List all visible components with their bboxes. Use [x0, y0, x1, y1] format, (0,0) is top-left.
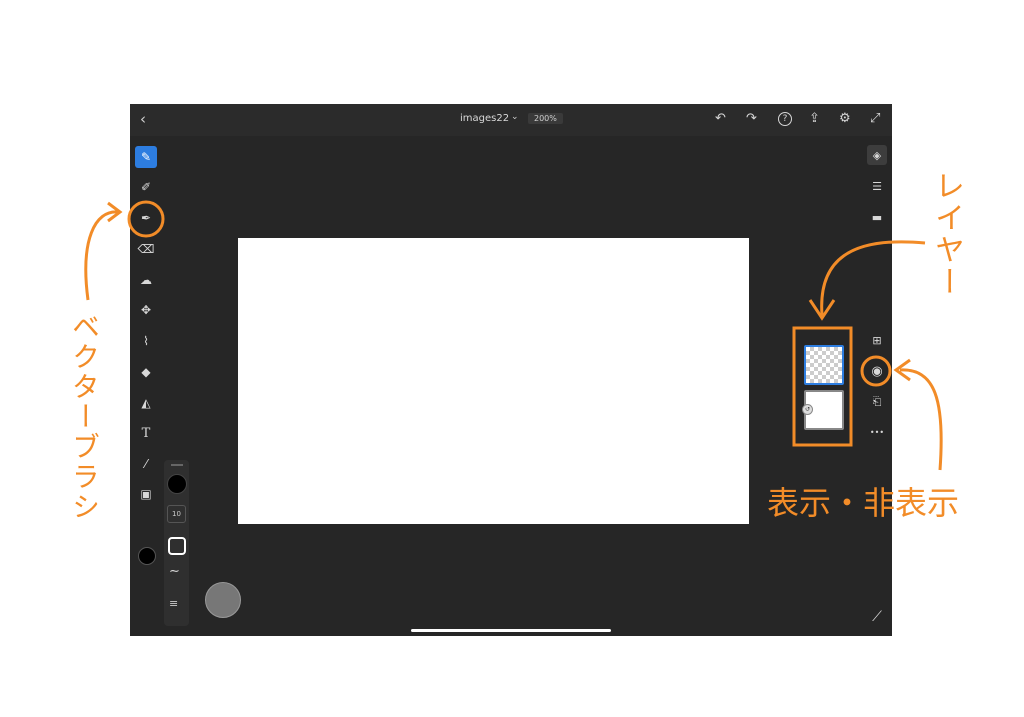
back-button[interactable]: ‹ [140, 110, 146, 128]
drawing-canvas[interactable] [238, 238, 749, 524]
annotation-vector-brush: ベクターブラシ [68, 312, 101, 522]
layers-icon[interactable]: ◈ [867, 145, 887, 165]
lasso-tool-icon[interactable]: ⌇ [135, 330, 157, 352]
eyedropper-tool-icon[interactable]: ⁄ [135, 453, 157, 475]
right-toolbar: ◈ ☰ ▬ ⊞ ◉ ⎗ ••• ⟋ [862, 136, 892, 636]
fullscreen-icon[interactable]: ⤢ [870, 111, 880, 127]
image-tool-icon[interactable]: ▣ [135, 483, 157, 505]
home-indicator[interactable] [411, 629, 611, 632]
text-tool-icon[interactable]: T [135, 422, 157, 444]
top-bar: ‹ images22 ⌄ 200% ↶ ↷ ? ⇪ ⚙ ⤢ [130, 104, 892, 136]
brush-properties-panel: 10 ∼ ≡ [164, 460, 189, 626]
visibility-arrowhead [893, 358, 911, 382]
pixel-brush-tool-icon[interactable]: ✎ [135, 146, 157, 168]
brush-preview-button[interactable] [205, 582, 241, 618]
brush-shape-button[interactable] [168, 537, 186, 555]
vector-brush-arrowhead [107, 201, 123, 223]
add-layer-icon[interactable]: ⊞ [867, 330, 887, 350]
chevron-down-icon[interactable]: ⌄ [511, 112, 519, 122]
help-icon[interactable]: ? [778, 112, 792, 126]
more-options-icon[interactable]: ••• [867, 422, 887, 442]
brush-settings-icon[interactable]: ≡ [169, 597, 178, 610]
left-toolbar: ✎ ✐ ✒ ⌫ ☁ ✥ ⌇ ◆ ◭ T ⁄ ▣ [130, 136, 162, 636]
share-icon[interactable]: ⇪ [809, 111, 820, 127]
vector-brush-arrow [84, 210, 119, 301]
brush-color-swatch[interactable] [167, 474, 187, 494]
vector-brush-tool-icon[interactable]: ✒ [135, 207, 157, 229]
smoothing-icon[interactable]: ∼ [169, 564, 180, 579]
panel-drag-handle[interactable] [171, 464, 183, 466]
annotation-layer: レイヤー [929, 170, 964, 298]
color-swatch[interactable] [138, 547, 156, 565]
comments-icon[interactable]: ▬ [867, 207, 887, 227]
redo-icon[interactable]: ↷ [746, 111, 757, 127]
smudge-tool-icon[interactable]: ☁ [135, 269, 157, 291]
document-name[interactable]: images22 [460, 113, 509, 124]
zoom-level[interactable]: 200% [528, 113, 563, 124]
layer-thumbnail[interactable] [804, 345, 844, 385]
undo-icon[interactable]: ↶ [715, 111, 726, 127]
fill-tool-icon[interactable]: ◆ [135, 361, 157, 383]
settings-icon[interactable]: ⚙ [839, 111, 851, 127]
transform-tool-icon[interactable]: ✥ [135, 299, 157, 321]
adjustments-icon[interactable]: ☰ [867, 176, 887, 196]
layer-thumbnail[interactable]: ↺ [802, 390, 844, 430]
ruler-icon[interactable]: ⟋ [867, 607, 887, 627]
visibility-arrow [899, 368, 943, 471]
visibility-eye-icon[interactable]: ◉ [867, 361, 887, 381]
app-window: ‹ images22 ⌄ 200% ↶ ↷ ? ⇪ ⚙ ⤢ ✎ ✐ ✒ ⌫ ☁ … [130, 104, 892, 636]
merge-down-icon[interactable]: ⎗ [867, 392, 887, 412]
shape-tool-icon[interactable]: ◭ [135, 392, 157, 414]
live-brush-tool-icon[interactable]: ✐ [135, 176, 157, 198]
annotation-show-hide: 表示・非表示 [767, 484, 960, 522]
brush-size-field[interactable]: 10 [167, 505, 186, 523]
layer-badge-icon: ↺ [802, 404, 813, 415]
eraser-tool-icon[interactable]: ⌫ [135, 238, 157, 260]
